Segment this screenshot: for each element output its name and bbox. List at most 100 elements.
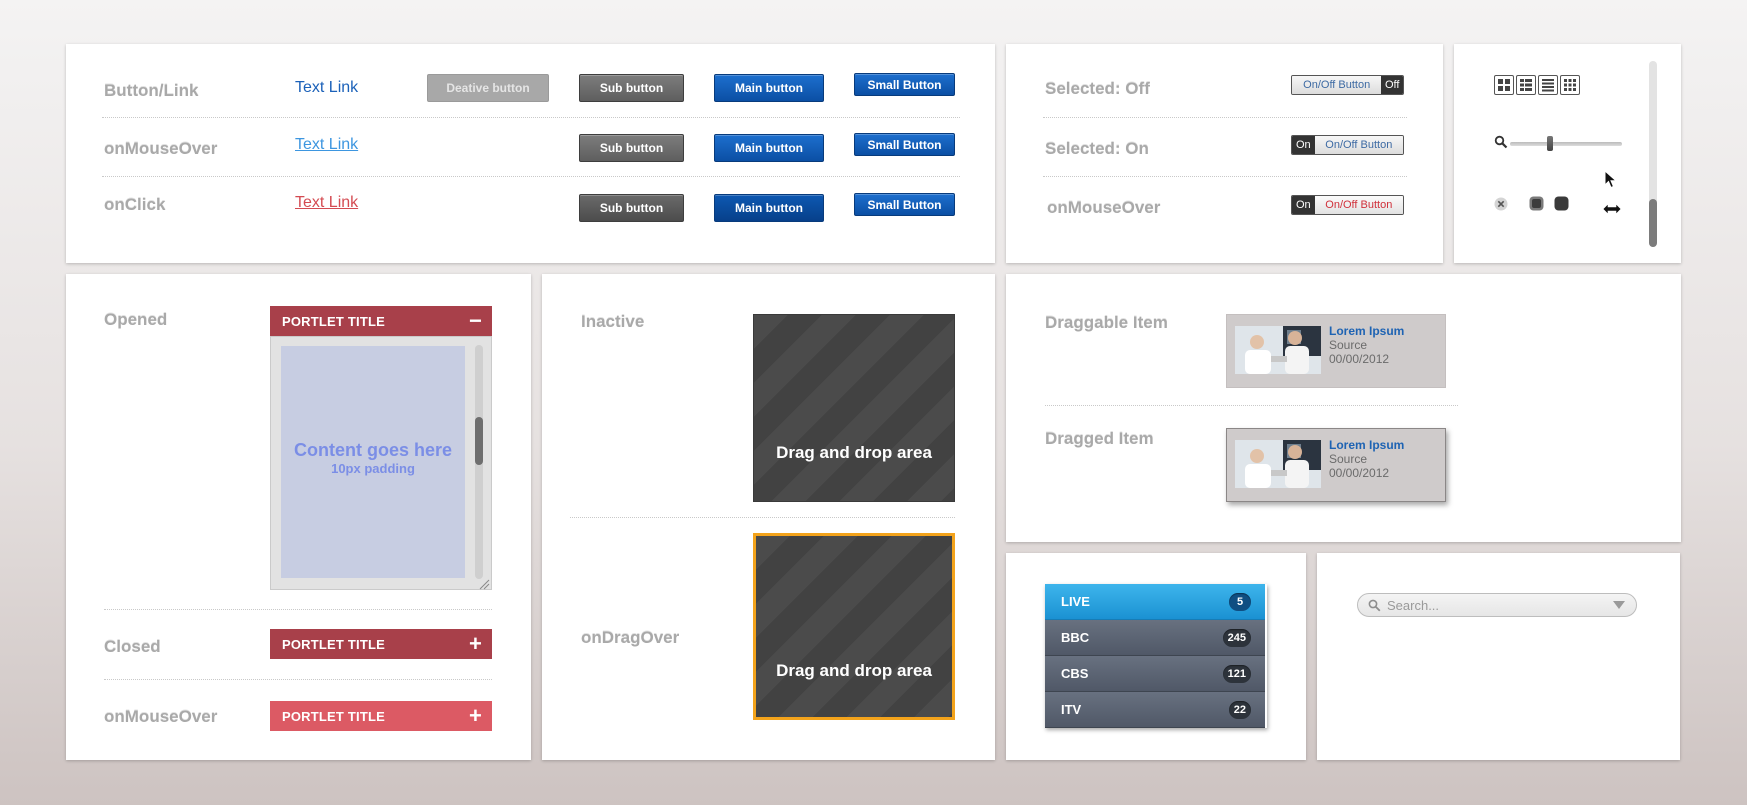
resize-horizontal-icon[interactable] <box>1602 202 1622 216</box>
buttons-panel: Button/Link onMouseOver onClick Text Lin… <box>66 44 995 263</box>
channel-count-badge: 121 <box>1222 664 1251 683</box>
channel-count-badge: 245 <box>1222 628 1251 647</box>
search-input[interactable] <box>1387 597 1587 613</box>
row-label-inactive: Inactive <box>581 312 645 331</box>
channel-item-bbc[interactable]: BBC 245 <box>1045 620 1265 656</box>
toggle-label: On/Off Button <box>1314 196 1403 214</box>
zoom-slider-track[interactable] <box>1510 142 1622 146</box>
row-divider <box>1043 117 1407 118</box>
vertical-scrollbar[interactable] <box>1649 61 1657 247</box>
portlet-panel: Opened Closed onMouseOver PORTLET TITLE … <box>66 274 531 760</box>
toggle-on-state: On <box>1292 196 1315 214</box>
sub-button-hover[interactable]: Sub button <box>579 134 684 162</box>
item-source: Source <box>1329 338 1368 352</box>
grid-small-icon[interactable] <box>1560 75 1580 95</box>
drop-area-panel: Inactive onDragOver Drag and drop area D… <box>542 274 995 760</box>
draggable-panel: Draggable Item Dragged Item Lorem Ipsum … <box>1006 274 1681 542</box>
list-icon[interactable] <box>1538 75 1558 95</box>
toggle-label: On/Off Button <box>1314 136 1403 154</box>
text-link-hover[interactable]: Text Link <box>295 136 358 154</box>
toggle-label: On/Off Button <box>1292 76 1382 94</box>
controls-panel <box>1454 44 1681 263</box>
row-divider <box>102 117 960 118</box>
onoff-toggle-on[interactable]: On On/Off Button <box>1291 135 1404 155</box>
row-label-button-link: Button/Link <box>104 81 199 100</box>
drop-area-inactive[interactable]: Drag and drop area <box>753 314 955 502</box>
channel-count-badge: 5 <box>1229 592 1251 611</box>
main-button-click[interactable]: Main button <box>714 194 824 222</box>
onoff-toggle-hover[interactable]: On On/Off Button <box>1291 195 1404 215</box>
toggle-on-state: On <box>1292 136 1315 154</box>
row-label-selected-on: Selected: On <box>1045 139 1149 158</box>
onoff-toggle-off[interactable]: On/Off Button Off <box>1291 75 1404 95</box>
item-thumbnail <box>1235 440 1321 488</box>
search-panel <box>1317 553 1680 760</box>
item-title[interactable]: Lorem Ipsum <box>1329 438 1404 452</box>
row-label-closed: Closed <box>104 637 161 656</box>
portlet-content: Content goes here 10px padding <box>281 346 465 578</box>
main-button[interactable]: Main button <box>714 74 824 102</box>
dropdown-arrow-icon[interactable] <box>1612 600 1626 610</box>
content-placeholder: Content goes here <box>293 440 453 460</box>
row-label-ondragover: onDragOver <box>581 628 680 647</box>
draggable-item[interactable]: Lorem Ipsum Source 00/00/2012 <box>1226 314 1446 388</box>
scrollbar-thumb[interactable] <box>475 417 483 465</box>
collapse-icon[interactable]: − <box>469 310 482 332</box>
row-label-selected-off: Selected: Off <box>1045 79 1150 98</box>
row-divider <box>1043 176 1407 177</box>
cursor-pointer-icon <box>1604 169 1618 190</box>
channel-item-live[interactable]: LIVE 5 <box>1045 584 1265 620</box>
text-link-click[interactable]: Text Link <box>295 194 358 212</box>
small-button-hover[interactable]: Small Button <box>854 133 955 156</box>
portlet-header-closed[interactable]: PORTLET TITLE + <box>270 629 492 659</box>
row-label-opened: Opened <box>104 310 168 329</box>
channel-count-badge: 22 <box>1228 700 1251 719</box>
deactive-button: Deative button <box>427 74 549 102</box>
portlet-header-hover[interactable]: PORTLET TITLE + <box>270 701 492 731</box>
toggle-off-state: Off <box>1381 76 1403 94</box>
expand-icon[interactable]: + <box>469 633 482 655</box>
item-thumbnail <box>1235 326 1321 374</box>
grid-large-icon[interactable] <box>1494 75 1514 95</box>
row-divider <box>104 609 492 610</box>
expand-icon[interactable]: + <box>469 705 482 727</box>
grid-list-icon[interactable] <box>1516 75 1536 95</box>
resize-grip-icon[interactable] <box>478 577 490 590</box>
zoom-slider-handle[interactable] <box>1547 136 1554 151</box>
channel-name: LIVE <box>1061 594 1090 609</box>
scrollbar-thumb[interactable] <box>1649 199 1657 247</box>
portlet-scrollbar[interactable] <box>475 345 483 579</box>
small-button[interactable]: Small Button <box>854 73 955 96</box>
sub-button-click[interactable]: Sub button <box>579 194 684 222</box>
portlet-title: PORTLET TITLE <box>282 708 385 724</box>
channel-item-cbs[interactable]: CBS 121 <box>1045 656 1265 692</box>
row-divider <box>104 679 492 680</box>
item-date: 00/00/2012 <box>1329 466 1390 480</box>
row-divider <box>570 517 955 518</box>
dragged-item[interactable]: Lorem Ipsum Source 00/00/2012 <box>1226 428 1446 502</box>
portlet-title: PORTLET TITLE <box>282 636 385 652</box>
search-box[interactable] <box>1357 593 1637 617</box>
main-button-hover[interactable]: Main button <box>714 134 824 162</box>
portlet-header-opened[interactable]: PORTLET TITLE − <box>270 306 492 336</box>
zoom-icon <box>1494 135 1508 149</box>
sub-button[interactable]: Sub button <box>579 74 684 102</box>
item-source: Source <box>1329 452 1368 466</box>
toggle-panel: Selected: Off Selected: On onMouseOver O… <box>1006 44 1443 263</box>
square-button-icon[interactable] <box>1554 196 1569 211</box>
row-label-draggable-item: Draggable Item <box>1045 313 1168 332</box>
close-icon[interactable] <box>1494 197 1508 211</box>
item-title[interactable]: Lorem Ipsum <box>1329 324 1404 338</box>
stop-icon[interactable] <box>1529 196 1544 211</box>
row-label-onmouseover: onMouseOver <box>1047 198 1161 217</box>
channel-panel: LIVE 5 BBC 245 CBS 121 ITV 22 <box>1006 553 1306 760</box>
drop-area-dragover[interactable]: Drag and drop area <box>753 533 955 720</box>
row-label-onmouseover: onMouseOver <box>104 139 218 158</box>
channel-item-itv[interactable]: ITV 22 <box>1045 692 1265 728</box>
row-label-onmouseover: onMouseOver <box>104 707 218 726</box>
row-label-dragged-item: Dragged Item <box>1045 429 1154 448</box>
text-link[interactable]: Text Link <box>295 79 358 97</box>
small-button-click[interactable]: Small Button <box>854 193 955 216</box>
portlet-body: Content goes here 10px padding <box>270 336 492 590</box>
channel-name: ITV <box>1061 702 1082 717</box>
